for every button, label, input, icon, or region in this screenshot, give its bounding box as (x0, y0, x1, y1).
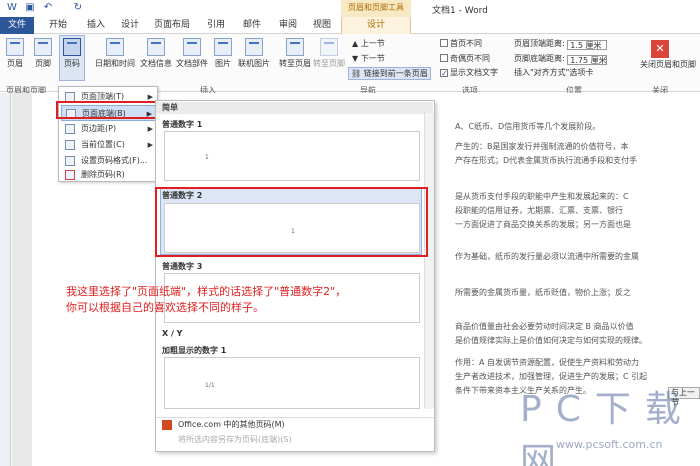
menu-item-margin[interactable]: 页边距(P) ▶ (61, 121, 157, 137)
ribbon-tabs: 文件 开始 插入 设计 页面布局 引用 邮件 审阅 视图 设计 (0, 17, 700, 34)
insert-align-tab-button[interactable]: 插入"对齐方式"选项卡 (514, 67, 593, 78)
submenu-arrow-icon: ▶ (147, 141, 153, 149)
context-tab-group: 页眉和页脚工具 (341, 0, 411, 17)
office-icon (162, 420, 172, 430)
gallery-item-plain-1[interactable]: 1 (164, 131, 420, 181)
current-position-icon (65, 140, 75, 150)
header-icon (6, 38, 24, 56)
diff-oddeven-checkbox[interactable]: 奇偶页不同 (440, 53, 490, 64)
title-bar: W ▣ ↶ ↻ 页眉和页脚工具 文档1 - Word (0, 0, 700, 17)
calendar-icon (106, 38, 124, 56)
checkbox-icon (440, 54, 448, 62)
menu-item-current[interactable]: 当前位置(C) ▶ (61, 137, 157, 153)
page-margin-icon (65, 124, 75, 134)
online-picture-icon (245, 38, 263, 56)
doc-line: A、C纸币、D信用货币等几个发展阶段。 (455, 122, 601, 131)
picture-icon (214, 38, 232, 56)
remove-icon (65, 170, 75, 180)
picture-button[interactable]: 图片 (212, 38, 234, 69)
tab-file[interactable]: 文件 (0, 17, 34, 34)
doc-line: 是从货币支付手段的职能中产生和发展起来的：C (455, 192, 629, 201)
redo-icon[interactable]: ↻ (72, 2, 84, 14)
sample-number: 1 (205, 154, 209, 161)
doc-parts-icon (183, 38, 201, 56)
gallery-item-title: 普通数字 1 (162, 120, 203, 129)
doc-info-button[interactable]: 文档信息 (138, 38, 174, 69)
header-distance-field[interactable]: 页眉顶端距离: 1.5 厘米 (514, 38, 608, 50)
online-picture-button[interactable]: 联机图片 (236, 38, 272, 69)
save-icon[interactable]: ▣ (24, 2, 36, 14)
highlight-gallery-box (155, 187, 428, 257)
doc-line: 产存在形式；D代表金属货币执行流通手段和支付手 (455, 156, 638, 165)
doc-line: 作用：A 自发调节资源配置，促使生产资料和劳动力 (455, 358, 640, 367)
watermark-brand: PC下载网 (520, 389, 695, 466)
doc-line: 商品价值量由社会必要劳动时间决定 B 商品以价值 (455, 322, 634, 331)
footer-icon (34, 38, 52, 56)
doc-line: 一方面促进了商品交换关系的发展；另一方面也是 (455, 220, 631, 229)
format-icon (65, 156, 75, 166)
close-hf-button[interactable]: 关闭页眉和页脚 (640, 60, 696, 69)
link-previous-button[interactable]: ⛓ 链接到前一条页眉 (348, 67, 431, 80)
footer-button[interactable]: 页脚 (32, 38, 54, 69)
doc-line: 是价值规律实际上是价值如何决定与如何实现的规律。 (455, 336, 647, 345)
submenu-arrow-icon: ▶ (147, 125, 153, 133)
gallery-item-bold-1[interactable]: 1/1 (164, 357, 420, 409)
tab-hf-design[interactable]: 设计 (341, 17, 411, 34)
annotation-text: 我这里选择了"页面纸端"，样式的话选择了"普通数字2"， 你可以根据自己的喜欢选… (66, 284, 436, 316)
highlight-menu-box (56, 101, 162, 119)
menu-item-remove[interactable]: 删除页码(R) (61, 167, 157, 183)
doc-line: 作为基础，纸币的发行量必须以流通中所需要的金属 (455, 252, 639, 261)
sample-number: 1/1 (205, 382, 215, 389)
page-number-icon (63, 38, 81, 56)
goto-footer-icon (320, 38, 338, 56)
diff-first-checkbox[interactable]: 首页不同 (440, 38, 482, 49)
window-title: 文档1 - Word (432, 6, 488, 16)
tab-mailings[interactable]: 邮件 (238, 17, 266, 34)
next-section-button[interactable]: ▼ 下一节 (352, 53, 385, 64)
ribbon: 页眉 页脚 页码 页眉和页脚 日期和时间 文档信息 文档部件 图片 联机图片 插… (0, 34, 700, 95)
word-icon: W (7, 2, 17, 13)
gallery-section-xy: X / Y (162, 329, 183, 338)
doc-info-icon (147, 38, 165, 56)
gallery-scrollbar[interactable] (424, 113, 434, 409)
show-doc-text-checkbox[interactable]: 显示文档文字 (440, 67, 498, 78)
checkbox-icon (440, 39, 448, 47)
annotation-line: 你可以根据自己的喜欢选择不同的样子。 (66, 301, 264, 314)
tab-view[interactable]: 视图 (308, 17, 336, 34)
doc-parts-button[interactable]: 文档部件 (174, 38, 210, 69)
gallery-section-simple: 简单 (156, 102, 433, 114)
prev-section-button[interactable]: ▲ 上一节 (352, 38, 385, 49)
gallery-item-title: 普通数字 3 (162, 262, 203, 271)
goto-footer-button[interactable]: 转至页脚 (312, 38, 346, 69)
goto-header-button[interactable]: 转至页眉 (278, 38, 312, 69)
save-selection-link[interactable]: 将所选内容另存为页码(底端)(S) (156, 433, 434, 447)
checkbox-checked-icon (440, 69, 448, 77)
footer-distance-field[interactable]: 页脚底端距离: 1.75 厘米 (514, 53, 608, 65)
undo-icon[interactable]: ↶ (42, 2, 54, 14)
tab-layout[interactable]: 页面布局 (150, 17, 194, 34)
annotation-line: 我这里选择了"页面纸端"，样式的话选择了"普通数字2"， (66, 285, 347, 298)
watermark-url: www.pcsoft.com.cn (556, 438, 663, 451)
tab-references[interactable]: 引用 (202, 17, 230, 34)
header-button[interactable]: 页眉 (4, 38, 26, 69)
page-number-button[interactable]: 页码 (59, 35, 85, 81)
gallery-item-title: 加粗显示的数字 1 (162, 346, 227, 355)
tab-home[interactable]: 开始 (44, 17, 72, 34)
page-number-gallery: 简单 普通数字 1 1 普通数字 2 1 普通数字 3 X / Y 加粗显示的数… (155, 100, 435, 452)
tab-design[interactable]: 设计 (116, 17, 144, 34)
vertical-ruler (0, 93, 11, 466)
tab-review[interactable]: 审阅 (274, 17, 302, 34)
goto-header-icon (286, 38, 304, 56)
doc-line: 所需要的金属货币量，纸币贬值，物价上涨；反之 (455, 288, 631, 297)
close-icon[interactable]: ✕ (651, 40, 669, 58)
date-time-button[interactable]: 日期和时间 (92, 38, 138, 69)
doc-line: 产生的：B是国家发行并强制流通的价值符号，本 (455, 142, 629, 151)
more-page-numbers-link[interactable]: Office.com 中的其他页码(M) (156, 417, 434, 431)
doc-line: 段职能的信用证券，尤期票、汇票、支票、银行 (455, 206, 623, 215)
tab-insert[interactable]: 插入 (82, 17, 110, 34)
